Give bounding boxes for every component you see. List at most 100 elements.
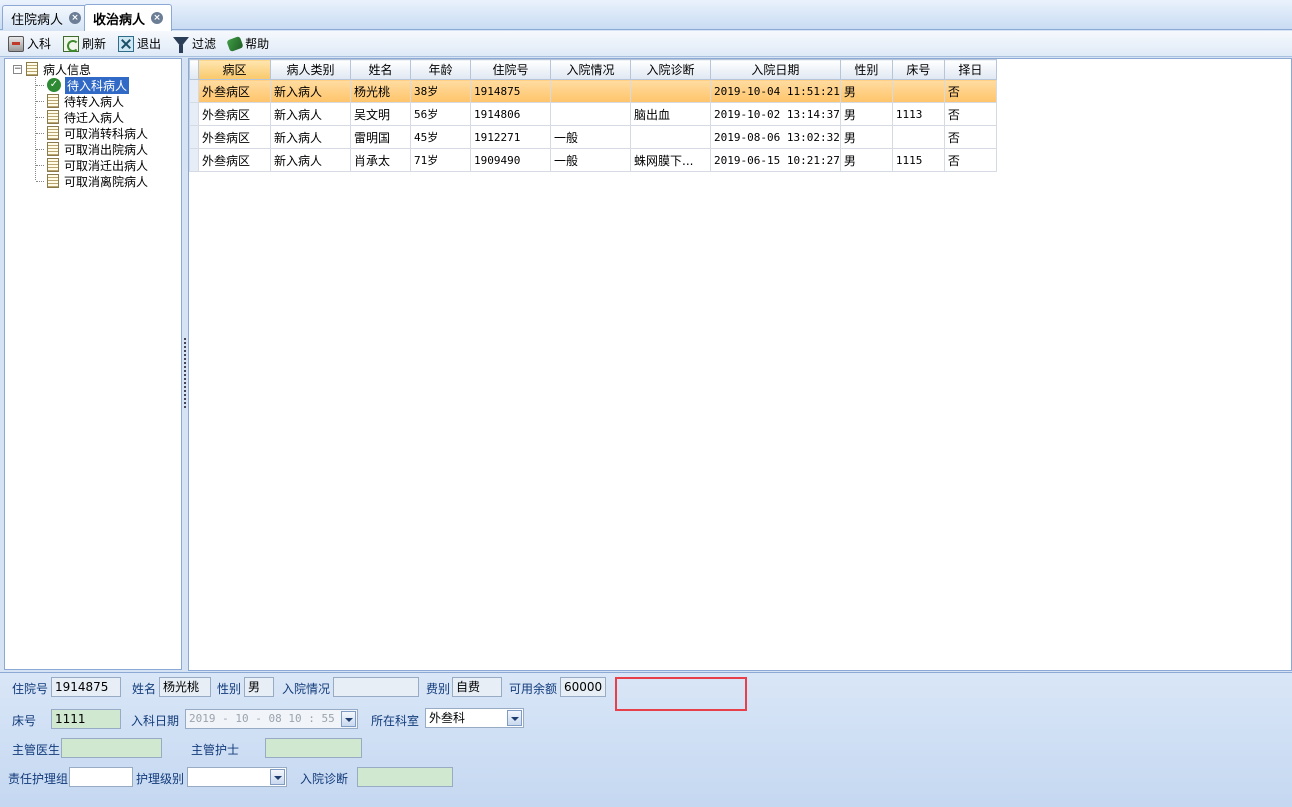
column-header[interactable]: 年龄	[410, 59, 471, 80]
tree-item[interactable]: 可取消出院病人	[47, 141, 148, 157]
admit-status-field[interactable]	[333, 677, 419, 697]
table-cell[interactable]	[891, 125, 945, 149]
balance-field[interactable]: 60000	[560, 677, 606, 697]
table-cell[interactable]: 2019-08-06 13:02:32	[710, 125, 841, 149]
table-cell[interactable]: 1909490	[470, 148, 551, 172]
row-indicator[interactable]	[189, 79, 199, 103]
filter-button[interactable]: 过滤	[171, 33, 218, 55]
dropdown-arrow-icon[interactable]	[341, 711, 356, 727]
table-cell[interactable]: 外叁病区	[198, 102, 271, 126]
column-header[interactable]: 性别	[839, 59, 893, 80]
table-cell[interactable]: 男	[839, 125, 893, 149]
nurse-field[interactable]	[265, 738, 362, 758]
dept-select[interactable]: 外叁科	[425, 708, 524, 728]
table-cell[interactable]: 一般	[550, 148, 631, 172]
table-cell[interactable]: 蛛网膜下...	[630, 148, 711, 172]
table-cell[interactable]: 1914875	[470, 79, 551, 103]
table-cell[interactable]	[550, 79, 631, 103]
column-header[interactable]: 姓名	[350, 59, 411, 80]
dropdown-arrow-icon[interactable]	[270, 769, 285, 785]
table-cell[interactable]: 外叁病区	[198, 125, 271, 149]
table-cell[interactable]: 杨光桃	[350, 79, 411, 103]
table-row[interactable]: 外叁病区 新入病人 吴文明 56岁 1914806 脑出血 2019-10-02 13:14…	[189, 102, 997, 126]
close-icon[interactable]: ×	[151, 12, 164, 24]
table-cell[interactable]: 否	[943, 102, 997, 126]
table-cell[interactable]: 男	[839, 102, 893, 126]
table-row[interactable]: 外叁病区 新入病人 雷明国 45岁 1912271 一般 2019-08-06 13:02:…	[189, 125, 997, 149]
column-header[interactable]: 入院情况	[550, 59, 631, 80]
tree-item[interactable]: 可取消迁出病人	[47, 157, 148, 173]
table-cell[interactable]: 2019-06-15 10:21:27	[710, 148, 841, 172]
table-cell[interactable]: 1115	[891, 148, 945, 172]
table-cell[interactable]: 外叁病区	[198, 79, 271, 103]
row-indicator[interactable]	[189, 148, 199, 172]
table-cell[interactable]: 肖承太	[350, 148, 411, 172]
column-header[interactable]: 住院号	[470, 59, 551, 80]
table-cell[interactable]: 男	[839, 148, 893, 172]
bed-field[interactable]: 1111	[51, 709, 121, 729]
table-cell[interactable]	[630, 79, 711, 103]
tab-admit-patients[interactable]: 收治病人 ×	[84, 4, 173, 31]
tree-item[interactable]: 可取消转科病人	[47, 125, 148, 141]
table-cell[interactable]: 2019-10-04 11:51:21	[710, 79, 841, 103]
fee-type-field[interactable]: 自费	[452, 677, 502, 697]
table-cell[interactable]: 56岁	[410, 102, 471, 126]
column-header[interactable]: 病区	[198, 59, 271, 80]
table-cell[interactable]: 否	[943, 148, 997, 172]
table-cell[interactable]: 男	[839, 79, 893, 103]
column-header[interactable]: 病人类别	[270, 59, 351, 80]
tree-item-label: 可取消迁出病人	[64, 158, 149, 173]
table-row[interactable]: 外叁病区 新入病人 杨光桃 38岁 1914875 2019-10-04 11:51:21…	[189, 79, 997, 103]
row-indicator[interactable]	[189, 102, 199, 126]
table-cell[interactable]: 否	[943, 125, 997, 149]
table-cell[interactable]: 吴文明	[350, 102, 411, 126]
column-header[interactable]: 入院诊断	[630, 59, 711, 80]
table-cell[interactable]: 一般	[550, 125, 631, 149]
table-cell[interactable]: 脑出血	[630, 102, 711, 126]
row-indicator[interactable]	[189, 125, 199, 149]
help-button[interactable]: 帮助	[226, 33, 271, 55]
splitter-grip[interactable]	[184, 338, 186, 408]
collapse-icon[interactable]: −	[13, 64, 22, 74]
table-cell[interactable]: 38岁	[410, 79, 471, 103]
inpatient-no-field[interactable]: 1914875	[51, 677, 121, 697]
diagnosis-field[interactable]	[357, 767, 453, 787]
nurse-group-field[interactable]	[69, 767, 133, 787]
tree-item[interactable]: 待转入病人	[47, 93, 124, 109]
table-cell[interactable]: 雷明国	[350, 125, 411, 149]
table-cell[interactable]	[630, 125, 711, 149]
column-header[interactable]: 入院日期	[710, 59, 841, 80]
name-field[interactable]: 杨光桃	[159, 677, 211, 697]
table-cell[interactable]	[891, 79, 945, 103]
column-header[interactable]: 床号	[891, 59, 945, 80]
refresh-button[interactable]: 刷新	[61, 33, 108, 55]
table-cell[interactable]: 新入病人	[270, 102, 351, 126]
table-cell[interactable]: 新入病人	[270, 79, 351, 103]
table-cell[interactable]: 1912271	[470, 125, 551, 149]
table-cell[interactable]: 新入病人	[270, 148, 351, 172]
table-cell[interactable]: 否	[943, 79, 997, 103]
tab-inpatients[interactable]: 住院病人 ×	[2, 5, 91, 30]
admit-date-picker[interactable]: 2019 - 10 - 08 10 : 55	[185, 709, 358, 729]
tree-item[interactable]: 可取消离院病人	[47, 173, 148, 189]
close-icon[interactable]: ×	[69, 12, 82, 24]
column-header[interactable]: 择日	[943, 59, 997, 80]
doctor-field[interactable]	[61, 738, 162, 758]
table-cell[interactable]: 1113	[891, 102, 945, 126]
dropdown-arrow-icon[interactable]	[507, 710, 522, 726]
sex-field[interactable]: 男	[244, 677, 274, 697]
table-cell[interactable]: 新入病人	[270, 125, 351, 149]
tree-item[interactable]: ✓ 待入科病人	[47, 76, 130, 94]
table-cell[interactable]: 1914806	[470, 102, 551, 126]
table-cell[interactable]: 2019-10-02 13:14:37	[710, 102, 841, 126]
exit-button[interactable]: 退出	[116, 33, 163, 55]
table-cell[interactable]: 45岁	[410, 125, 471, 149]
table-cell[interactable]: 71岁	[410, 148, 471, 172]
table-cell[interactable]: 外叁病区	[198, 148, 271, 172]
tree-root[interactable]: − 病人信息	[13, 61, 91, 77]
table-row[interactable]: 外叁病区 新入病人 肖承太 71岁 1909490 一般 蛛网膜下... 2019-06-15…	[189, 148, 997, 172]
table-cell[interactable]	[550, 102, 631, 126]
care-level-select[interactable]	[187, 767, 287, 787]
admit-button[interactable]: 入科	[6, 33, 53, 55]
tree-item[interactable]: 待迁入病人	[47, 109, 124, 125]
